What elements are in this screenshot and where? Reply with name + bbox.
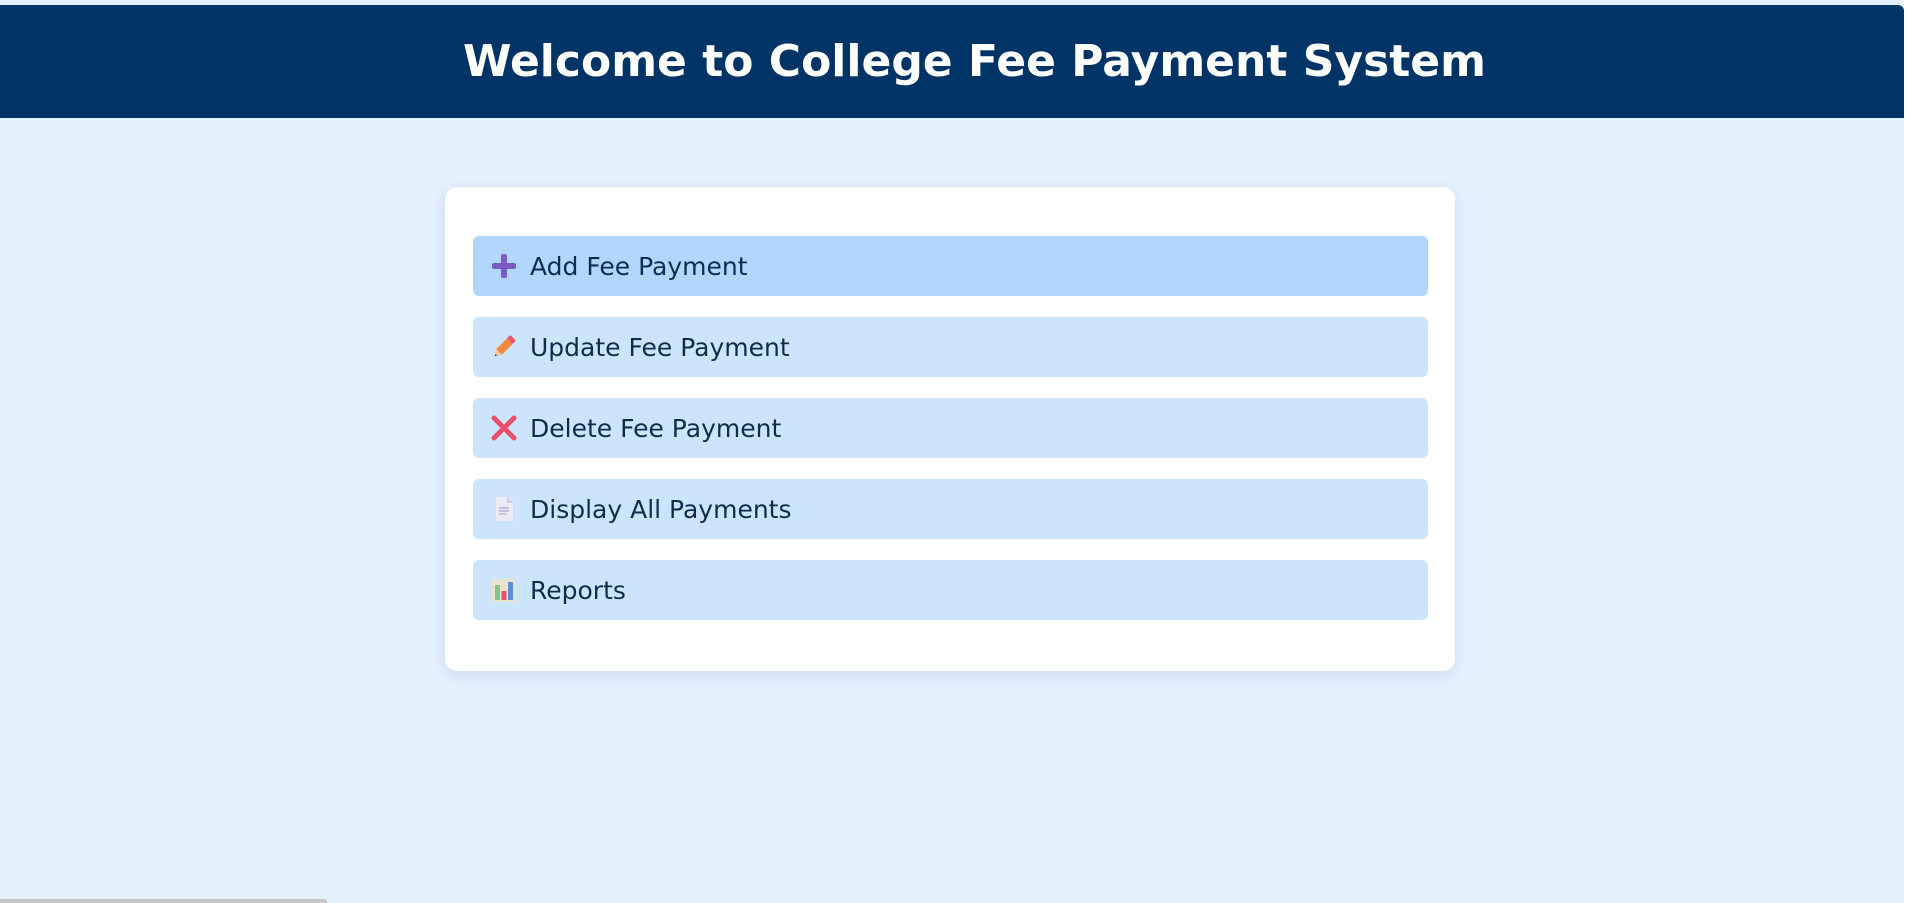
add-fee-payment-label: Add Fee Payment <box>530 251 748 281</box>
update-fee-payment-button[interactable]: Update Fee Payment <box>473 317 1428 377</box>
delete-fee-payment-button[interactable]: Delete Fee Payment <box>473 398 1428 458</box>
menu-list: Add Fee Payment Update Fee Payment Delet… <box>473 236 1428 641</box>
header-bar: Welcome to College Fee Payment System <box>0 5 1904 118</box>
window-edge <box>1904 0 1909 903</box>
document-icon <box>489 494 519 524</box>
horizontal-scrollbar[interactable] <box>0 899 327 903</box>
add-fee-payment-button[interactable]: Add Fee Payment <box>473 236 1428 296</box>
reports-label: Reports <box>530 575 626 605</box>
update-fee-payment-label: Update Fee Payment <box>530 332 790 362</box>
delete-fee-payment-label: Delete Fee Payment <box>530 413 782 443</box>
app-page: Welcome to College Fee Payment System Ad… <box>0 0 1909 903</box>
reports-button[interactable]: Reports <box>473 560 1428 620</box>
pencil-icon <box>489 332 519 362</box>
display-all-payments-label: Display All Payments <box>530 494 792 524</box>
bar-chart-icon <box>489 575 519 605</box>
menu-card: Add Fee Payment Update Fee Payment Delet… <box>445 187 1455 671</box>
display-all-payments-button[interactable]: Display All Payments <box>473 479 1428 539</box>
cross-icon <box>489 413 519 443</box>
plus-icon <box>489 251 519 281</box>
page-title: Welcome to College Fee Payment System <box>463 36 1486 87</box>
